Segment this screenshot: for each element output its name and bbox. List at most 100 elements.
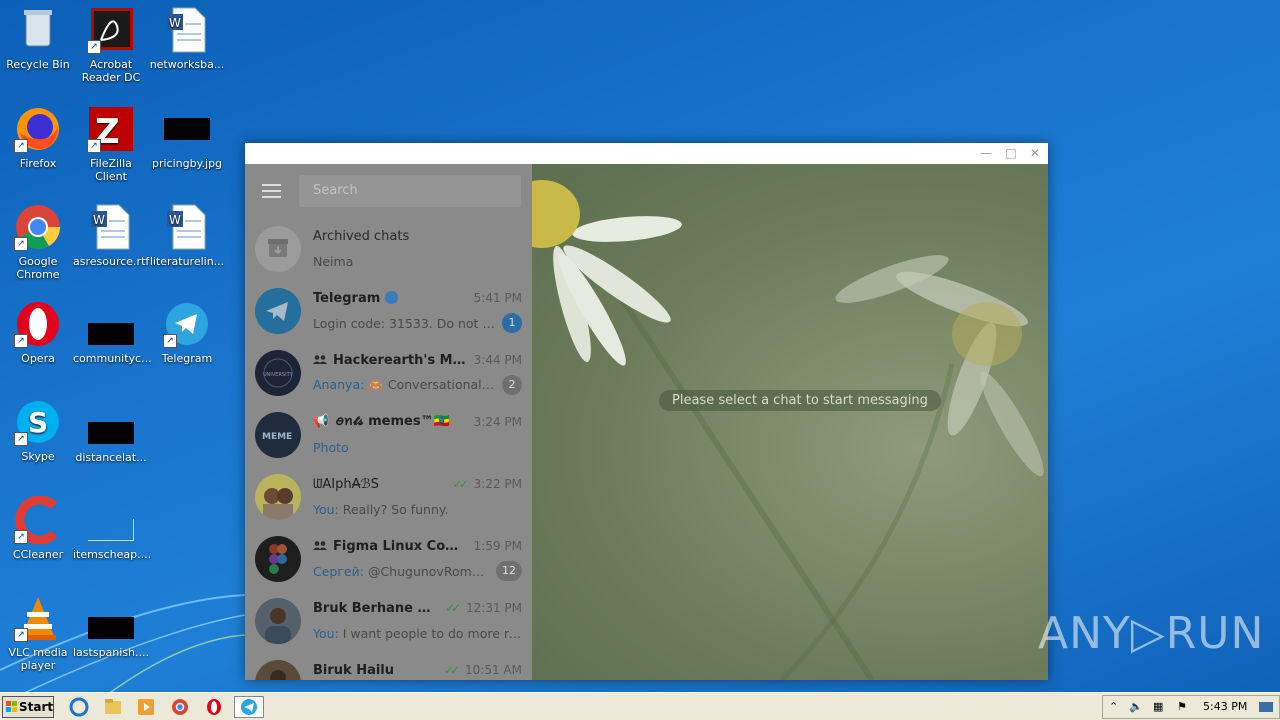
figma-avatar: [255, 536, 301, 582]
desktop-icon-opera[interactable]: ↗ Opera: [0, 300, 76, 365]
desktop-icon-label: CCleaner: [12, 548, 64, 561]
chat-item-figma[interactable]: Figma Linux Comm... 1:59 PM Сергей: @Chu…: [245, 528, 532, 590]
skype-icon: S ↗: [14, 398, 62, 446]
desktop-icon-label: pricingby.jpg: [151, 157, 223, 170]
desktop-icon-skype[interactable]: S ↗ Skype: [0, 398, 76, 463]
desktop-icon-label: literaturelin...: [149, 255, 225, 268]
taskbar-chrome-icon[interactable]: [167, 696, 193, 718]
chat-list-sidebar: Search Archived chats Neima Telegram 5:4…: [245, 164, 532, 680]
chat-item-memes[interactable]: MEME 📢 ꪮꪀ𝓽𝓼 memes™🇪🇹 3:24 PM Photo: [245, 404, 532, 466]
anyrun-watermark: ANY▷RUN: [1038, 608, 1265, 659]
desktop-icon-pricingby[interactable]: pricingby.jpg: [149, 105, 225, 170]
chat-item-biruk[interactable]: Biruk Hailu ✓✓ 10:51 AM: [245, 652, 532, 680]
start-button[interactable]: Start: [2, 696, 54, 718]
chat-time-text: 3:22 PM: [473, 477, 522, 491]
desktop-icon-literaturelin[interactable]: W literaturelin...: [149, 203, 225, 268]
windows-logo-icon: [6, 701, 17, 712]
taskbar-opera-icon[interactable]: [201, 696, 227, 718]
telegram-icon: ↗: [163, 300, 211, 348]
minimize-icon[interactable]: —: [974, 143, 998, 164]
daisy-background: [532, 180, 1044, 680]
chat-preview: Login code: 31533. Do not giv...: [313, 315, 496, 331]
desktop-icon-firefox[interactable]: ↗ Firefox: [0, 105, 76, 170]
taskbar-telegram-icon[interactable]: [234, 696, 264, 718]
chat-name-text: ꪮꪀ𝓽𝓼 memes™🇪🇹: [335, 413, 450, 429]
shortcut-arrow-icon: ↗: [14, 432, 28, 446]
taskbar: Start ⌃ 🔈 ▦ ⚑ 5:43 PM: [0, 692, 1280, 720]
desktop-icon-asresource[interactable]: W asresource.rtf: [73, 203, 149, 268]
user-avatar: [255, 474, 301, 520]
network-icon[interactable]: ▦: [1153, 696, 1163, 718]
show-desktop-icon[interactable]: [1259, 702, 1273, 712]
chat-name-text: Telegram: [313, 290, 381, 306]
start-label: Start: [19, 700, 54, 714]
desktop-icon-itemscheap[interactable]: itemscheap....: [73, 506, 151, 561]
chat-name: Bruk Berhane Asfaw: [313, 600, 439, 616]
desktop-icon-telegram[interactable]: ↗ Telegram: [149, 300, 225, 365]
read-check-icon: ✓✓: [444, 601, 461, 615]
desktop-icon-recycle-bin[interactable]: Recycle Bin: [0, 6, 76, 71]
file-icon: [88, 617, 134, 639]
taskbar-explorer-icon[interactable]: [100, 696, 126, 718]
desktop-icon-label: Recycle Bin: [6, 58, 70, 71]
volume-icon[interactable]: 🔈: [1129, 696, 1143, 718]
file-icon: [88, 519, 134, 541]
close-icon[interactable]: ✕: [1023, 143, 1047, 164]
chat-item-hackerearth[interactable]: UNIVERSITY Hackerearth's Mac... 3:44 PM …: [245, 342, 532, 404]
chat-preview-text: @ChugunovRoman ...: [367, 563, 490, 579]
desktop-icon-networksba[interactable]: W networksba...: [149, 6, 225, 71]
desktop-icon-ccleaner[interactable]: ↗ CCleaner: [0, 495, 76, 561]
chat-item-archived[interactable]: Archived chats Neima: [245, 218, 532, 280]
desktop-icon-label: Google Chrome: [16, 255, 60, 281]
memes-avatar: MEME: [255, 412, 301, 458]
window-titlebar[interactable]: — □ ✕: [245, 143, 1048, 164]
chat-preview: Neima: [313, 253, 354, 269]
shortcut-arrow-icon: ↗: [14, 628, 28, 642]
select-chat-hint: Please select a chat to start messaging: [659, 390, 941, 411]
chat-name: Archived chats: [313, 228, 410, 244]
shortcut-arrow-icon: ↗: [14, 530, 28, 544]
svg-text:W: W: [93, 213, 105, 227]
chat-time-text: 10:51 AM: [465, 663, 522, 677]
shortcut-arrow-icon: ↗: [87, 40, 101, 54]
chat-time-text: 12:31 PM: [466, 601, 522, 615]
desktop-icon-label: Acrobat Reader DC: [81, 58, 141, 84]
shortcut-arrow-icon: ↗: [163, 334, 177, 348]
emoji-icon: 🙈: [368, 377, 384, 392]
taskbar-media-icon[interactable]: [133, 696, 159, 718]
svg-text:W: W: [169, 213, 181, 227]
chat-time: 1:59 PM: [473, 539, 522, 553]
chat-sender: You:: [313, 625, 339, 641]
chat-item-bruk[interactable]: Bruk Berhane Asfaw ✓✓ 12:31 PM You: I wan…: [245, 590, 532, 652]
desktop-icon-acrobat[interactable]: ↗ Acrobat Reader DC: [73, 6, 149, 84]
chat-item-telegram[interactable]: Telegram 5:41 PM Login code: 31533. Do n…: [245, 280, 532, 342]
clock[interactable]: 5:43 PM: [1203, 696, 1247, 718]
desktop-icon-vlc[interactable]: ↗ VLC media player: [0, 594, 76, 672]
menu-icon[interactable]: [262, 184, 282, 198]
user-avatar: [255, 598, 301, 644]
desktop-icon-lastspanish[interactable]: lastspanish....: [73, 604, 149, 659]
file-icon: [88, 422, 134, 444]
search-input[interactable]: Search: [299, 175, 521, 207]
chat-name: ᗯ̈ÃİphÃ̶ℬS: [313, 476, 379, 492]
chat-name: Hackerearth's Mac...: [313, 353, 468, 368]
action-center-flag-icon[interactable]: ⚑: [1177, 696, 1187, 718]
desktop-icon-communityc[interactable]: communityc...: [73, 310, 152, 365]
chat-item-alphas[interactable]: ᗯ̈ÃİphÃ̶ℬS ✓✓ 3:22 PM You: Really? So fun…: [245, 466, 532, 528]
tray-expand-icon[interactable]: ⌃: [1109, 696, 1118, 718]
chat-sender: Ananya:: [313, 377, 365, 392]
taskbar-ie-icon[interactable]: [66, 696, 92, 718]
chat-name: Figma Linux Comm...: [313, 539, 468, 554]
desktop-icon-distancelat[interactable]: distancelat...: [73, 409, 149, 464]
file-icon: [88, 323, 134, 345]
recycle-bin-icon: [14, 6, 62, 54]
ccleaner-icon: ↗: [14, 495, 62, 545]
chat-preview: Ananya: 🙈 Conversational a...: [313, 377, 496, 393]
unread-badge: 1: [502, 313, 522, 333]
desktop-icon-chrome[interactable]: ↗ Google Chrome: [0, 203, 76, 281]
read-check-icon: ✓✓: [443, 663, 460, 677]
maximize-icon[interactable]: □: [999, 143, 1023, 164]
desktop-icon-filezilla[interactable]: Z ↗ FileZilla Client: [73, 105, 149, 183]
shortcut-arrow-icon: ↗: [87, 139, 101, 153]
group-icon: [313, 540, 327, 550]
